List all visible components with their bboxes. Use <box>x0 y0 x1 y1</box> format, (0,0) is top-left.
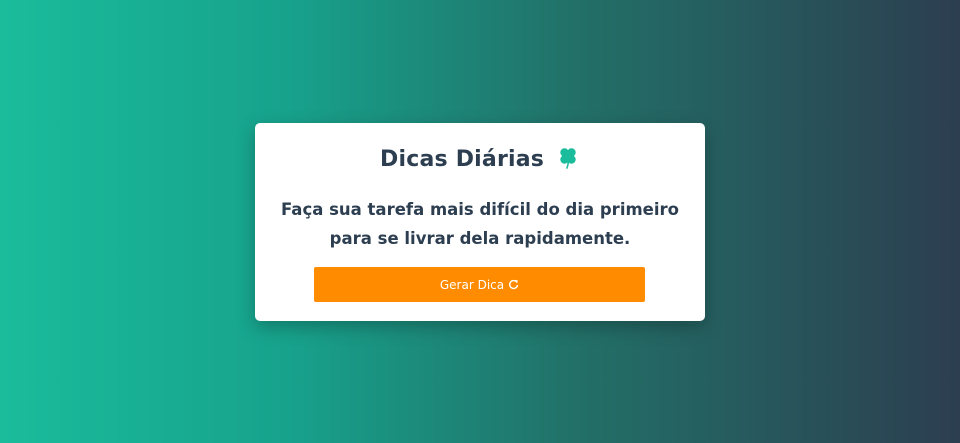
four-leaf-clover-icon <box>556 145 580 177</box>
tip-text: Faça sua tarefa mais difícil do dia prim… <box>281 200 679 248</box>
page-title: Dicas Diárias <box>255 145 705 177</box>
refresh-icon <box>508 279 519 290</box>
generate-tip-button[interactable]: Gerar Dica <box>314 267 645 302</box>
tip-card: Dicas Diárias Faça sua tarefa mais difíc… <box>255 123 705 321</box>
generate-tip-label: Gerar Dica <box>439 277 505 292</box>
title-text: Dicas Diárias <box>380 147 545 172</box>
